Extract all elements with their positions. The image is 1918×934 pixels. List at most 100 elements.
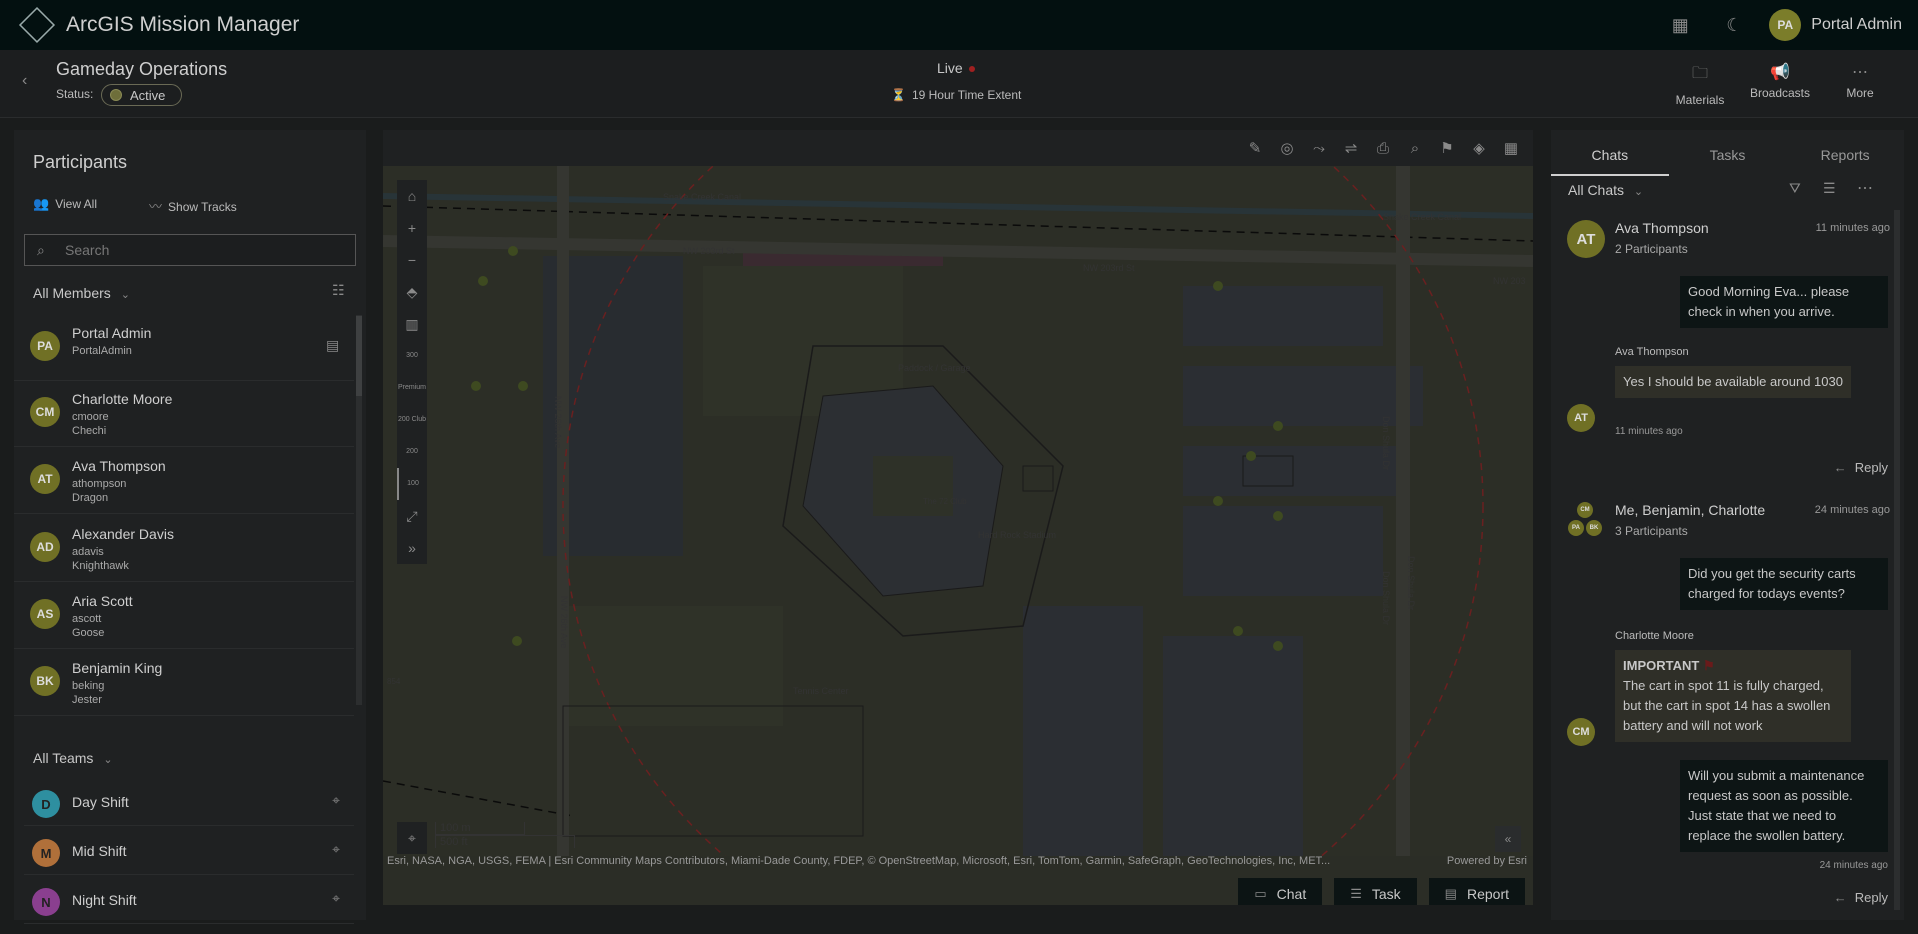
location-pin-icon[interactable]: ⌖: [332, 890, 340, 907]
materials-label: Materials: [1675, 93, 1725, 107]
more-icon[interactable]: ⋯: [1857, 178, 1873, 198]
timeline-icon[interactable]: ⇌: [1335, 139, 1367, 157]
list-item[interactable]: D Day Shift ⌖: [24, 778, 354, 826]
more-icon: ⋯: [1852, 64, 1868, 81]
route-icon[interactable]: ⤳: [1303, 140, 1335, 157]
chat-thread-name: Me, Benjamin, Charlotte: [1615, 502, 1766, 518]
member-list-settings-icon[interactable]: ☷: [332, 282, 345, 299]
more-button[interactable]: ⋯ More: [1820, 62, 1900, 107]
powered-by[interactable]: Powered by Esri: [1447, 855, 1527, 867]
target-icon[interactable]: ◎: [1271, 139, 1303, 157]
materials-button[interactable]: 🗀 Materials: [1660, 62, 1740, 107]
avatar[interactable]: PA: [1769, 9, 1802, 41]
time-extent[interactable]: ⏳ 19 Hour Time Extent: [891, 88, 1021, 102]
members-filter-dropdown[interactable]: All Members ⌄: [33, 285, 130, 301]
reply-button[interactable]: ← Reply: [1834, 890, 1888, 905]
home-icon[interactable]: ⌂: [397, 180, 427, 212]
map-view[interactable]: ✎ ◎ ⤳ ⇌ ⎙ ⌕ ⚑ ◈ ▦ Snake Creek Canal Snak…: [383, 130, 1533, 905]
search-input[interactable]: ⌕ Search: [24, 234, 356, 266]
teams-filter-dropdown[interactable]: All Teams ⌄: [33, 750, 113, 766]
chats-panel: Chats Tasks Reports All Chats ⌄ ⛛ ☰ ⋯ AT…: [1551, 130, 1904, 920]
map-canvas[interactable]: Snake Creek Canal Snake Creek Canal NW 2…: [383, 166, 1533, 856]
tab-tasks[interactable]: Tasks: [1669, 140, 1787, 176]
avatar: BK: [1586, 520, 1602, 536]
map-attribution: Esri, NASA, NGA, USGS, FEMA | Esri Commu…: [387, 855, 1331, 867]
participants-title: Participants: [33, 152, 128, 172]
member-callsign: Chechi: [72, 425, 107, 437]
building-icon[interactable]: ▥: [397, 308, 427, 340]
list-item[interactable]: M Mid Shift ⌖: [24, 827, 354, 875]
fullscreen-icon[interactable]: ⤢: [397, 500, 427, 532]
chat-scrollbar[interactable]: [1894, 210, 1900, 910]
location-pin-icon[interactable]: ⌖: [332, 792, 340, 809]
arrow-left-icon: ←: [1833, 460, 1847, 475]
print-icon[interactable]: ⎙: [1367, 140, 1399, 157]
tab-reports[interactable]: Reports: [1786, 140, 1904, 176]
filter-icon[interactable]: ⛛: [1789, 180, 1801, 197]
avatar: PA: [30, 331, 60, 361]
list-item[interactable]: N Night Shift ⌖: [24, 876, 354, 924]
qr-code-icon[interactable]: ▦: [1665, 15, 1695, 36]
floor-premium[interactable]: Premium: [397, 372, 427, 404]
broadcasts-button[interactable]: 📢 Broadcasts: [1740, 62, 1820, 107]
notes-icon[interactable]: ▤: [326, 337, 339, 354]
floor-200-club[interactable]: 200 Club: [397, 404, 427, 436]
tab-chats[interactable]: Chats: [1551, 140, 1669, 176]
broadcasts-label: Broadcasts: [1749, 86, 1811, 100]
map-label-paddock: Paddock / Garage: [898, 363, 971, 373]
locate-icon[interactable]: ⌖: [397, 822, 427, 854]
zoom-in-icon[interactable]: +: [397, 212, 427, 244]
members-scroll-thumb[interactable]: [356, 316, 362, 396]
report-button[interactable]: ▤ Report: [1428, 878, 1525, 905]
search-icon[interactable]: ⌕: [1399, 140, 1431, 157]
flag-icon: ⚑: [1702, 658, 1715, 673]
floor-300[interactable]: 300: [397, 340, 427, 372]
member-callsign: Knighthawk: [72, 560, 129, 572]
message-sender: Ava Thompson: [1615, 346, 1689, 358]
view-all-button[interactable]: 👥 View All: [33, 196, 123, 215]
folder-icon: 🗀: [1691, 65, 1708, 82]
status-badge[interactable]: Active: [101, 84, 182, 106]
tracks-icon: 〰: [149, 199, 163, 214]
member-username: athompson Dragon: [72, 477, 126, 505]
team-avatar: N: [32, 888, 60, 916]
reply-button[interactable]: ← Reply: [1834, 460, 1888, 475]
report-button-label: Report: [1466, 886, 1509, 902]
sort-icon[interactable]: ☰: [1823, 180, 1836, 197]
search-placeholder: Search: [65, 242, 110, 258]
expand-icon[interactable]: »: [397, 532, 427, 564]
member-username: ascott Goose: [72, 612, 104, 640]
list-item[interactable]: PA Portal Admin PortalAdmin ▤: [14, 315, 354, 381]
compass-icon[interactable]: ⬘: [397, 276, 427, 308]
layers-icon[interactable]: ◈: [1463, 139, 1495, 157]
bookmark-icon[interactable]: ⚑: [1431, 139, 1463, 157]
task-button[interactable]: ☰ Task: [1334, 878, 1417, 905]
brand[interactable]: ArcGIS Mission Manager: [18, 6, 299, 44]
list-item[interactable]: AS Aria Scott ascott Goose: [14, 583, 354, 649]
list-item[interactable]: AT Ava Thompson athompson Dragon: [14, 448, 354, 514]
show-tracks-button[interactable]: 〰 Show Tracks: [149, 196, 263, 215]
list-item[interactable]: CM Charlotte Moore cmoore Chechi: [14, 381, 354, 447]
avatar: PA: [1568, 520, 1584, 536]
chat-button[interactable]: ▭ Chat: [1238, 878, 1323, 905]
floor-100[interactable]: 100: [397, 468, 427, 500]
arcgis-logo-icon: [18, 6, 56, 44]
user-name[interactable]: Portal Admin: [1811, 16, 1902, 34]
back-icon[interactable]: ‹: [22, 72, 27, 90]
chats-filter-dropdown[interactable]: All Chats ⌄: [1568, 182, 1643, 198]
floor-200[interactable]: 200: [397, 436, 427, 468]
zoom-out-icon[interactable]: −: [397, 244, 427, 276]
member-username: beking Jester: [72, 679, 104, 707]
list-item[interactable]: BK Benjamin King beking Jester: [14, 650, 354, 716]
basemap-gallery-icon[interactable]: ▦: [1495, 139, 1527, 157]
list-item[interactable]: AD Alexander Davis adavis Knighthawk: [14, 516, 354, 582]
people-icon: 👥: [33, 196, 50, 211]
moon-icon[interactable]: ☾: [1719, 15, 1749, 36]
mission-title: Gameday Operations: [56, 59, 228, 79]
sketch-icon[interactable]: ✎: [1239, 139, 1271, 157]
member-name: Alexander Davis: [72, 526, 174, 542]
collapse-icon[interactable]: «: [1495, 826, 1521, 852]
reply-label: Reply: [1854, 460, 1888, 475]
member-user: athompson: [72, 478, 127, 490]
location-pin-icon[interactable]: ⌖: [332, 841, 340, 858]
